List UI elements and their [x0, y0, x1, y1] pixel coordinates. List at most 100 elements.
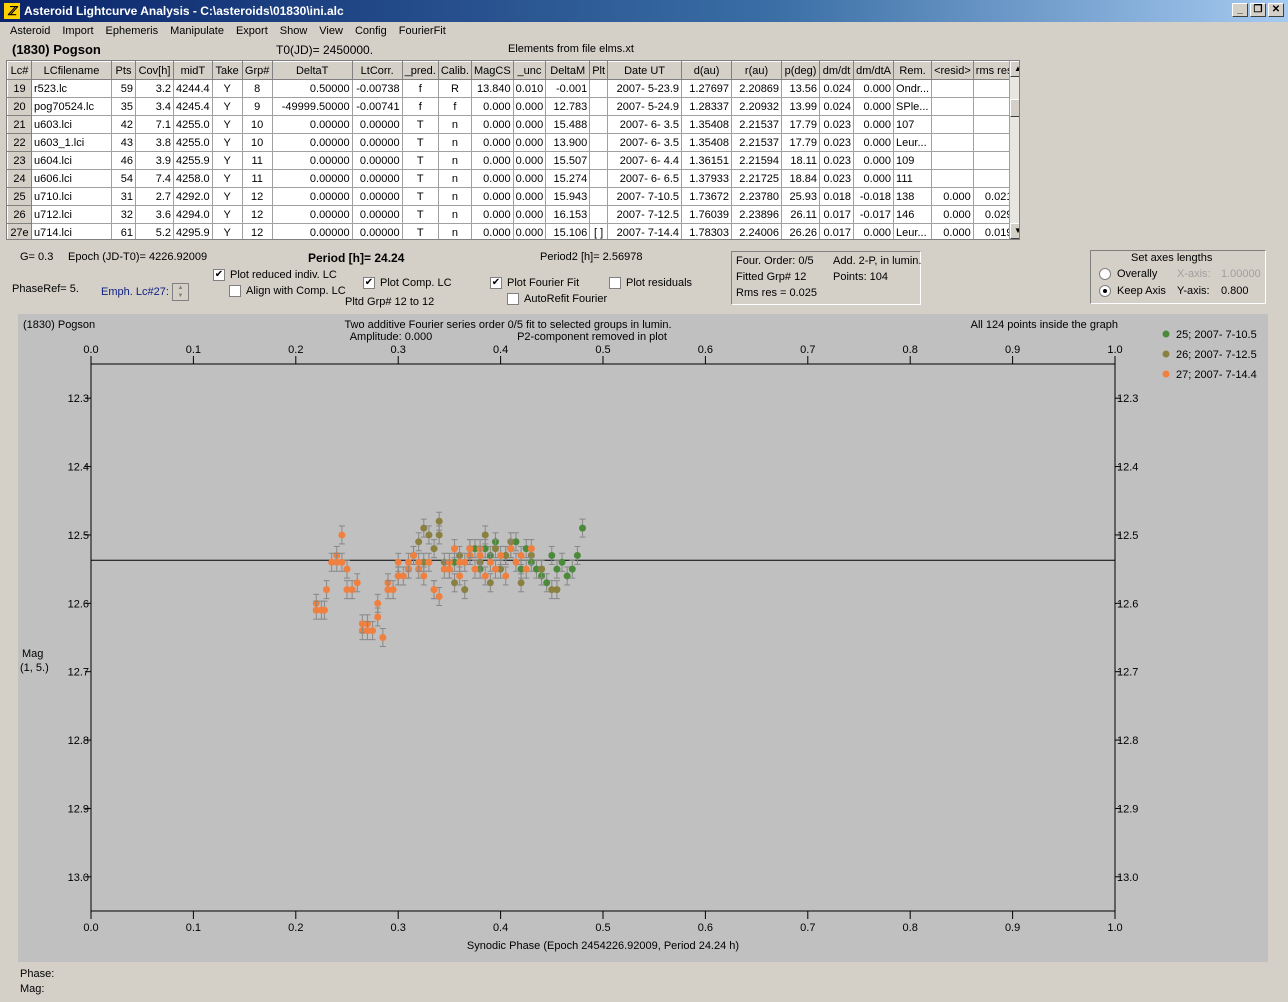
table-cell[interactable]: 15.106 [545, 223, 591, 239]
table-cell[interactable]: 2.21537 [731, 133, 783, 152]
table-cell[interactable] [931, 97, 974, 116]
plot-fourier-checkbox[interactable]: ✔ Plot Fourier Fit [490, 277, 579, 289]
table-cell[interactable]: 4294.0 [173, 205, 213, 224]
table-cell[interactable]: 1.35408 [681, 133, 733, 152]
menu-manipulate[interactable]: Manipulate [164, 23, 230, 41]
table-cell[interactable]: 0.00000 [351, 133, 403, 152]
table-cell[interactable]: 0.000 [512, 151, 547, 170]
plot-comp-checkbox[interactable]: ✔ Plot Comp. LC [363, 277, 452, 289]
table-cell[interactable]: 111 [893, 169, 933, 188]
table-cell[interactable]: 4255.0 [173, 115, 213, 134]
row-header[interactable]: 27e [7, 223, 32, 239]
table-cell[interactable]: 2.23896 [731, 205, 783, 224]
table-cell[interactable]: 0.023 [819, 115, 855, 134]
table-cell[interactable]: 0.00000 [271, 205, 353, 224]
table-cell[interactable]: 15.507 [545, 151, 591, 170]
table-cell[interactable] [931, 169, 974, 188]
table-scrollbar[interactable]: ▲ ▼ [1009, 61, 1019, 239]
table-cell[interactable]: 1.73672 [681, 187, 733, 206]
table-cell[interactable]: 0.000 [512, 169, 547, 188]
table-cell[interactable]: n [437, 187, 472, 206]
scroll-down-button[interactable]: ▼ [1010, 223, 1019, 239]
table-cell[interactable]: 0.000 [931, 187, 974, 206]
table-cell[interactable]: 2007- 5-24.9 [607, 97, 683, 116]
column-header[interactable]: DeltaM [545, 61, 591, 80]
table-cell[interactable]: 0.000 [470, 151, 514, 170]
table-cell[interactable]: -0.017 [853, 205, 895, 224]
table-cell[interactable]: 0.010 [512, 79, 547, 98]
table-cell[interactable]: n [437, 151, 472, 170]
table-cell[interactable]: -0.001 [545, 79, 591, 98]
column-header[interactable]: Grp# [241, 61, 273, 80]
table-cell[interactable]: 107 [893, 115, 933, 134]
table-cell[interactable]: Leur... [893, 223, 933, 239]
column-header[interactable]: LCfilename [31, 61, 112, 80]
table-cell[interactable]: 0.000 [853, 223, 895, 239]
table-cell[interactable]: Y [211, 97, 243, 116]
row-header[interactable]: 24 [7, 169, 32, 188]
table-cell[interactable]: 4258.0 [173, 169, 213, 188]
table-cell[interactable]: 0.000 [853, 151, 895, 170]
row-header[interactable]: 26 [7, 205, 32, 224]
table-cell[interactable]: n [437, 115, 472, 134]
row-header[interactable]: 23 [7, 151, 32, 170]
table-cell[interactable]: 8 [241, 79, 273, 98]
table-cell[interactable]: 5.2 [135, 223, 174, 239]
table-cell[interactable] [589, 151, 609, 170]
table-cell[interactable]: 4255.9 [173, 151, 213, 170]
table-cell[interactable]: r523.lc [31, 79, 112, 98]
table-cell[interactable]: 0.000 [931, 205, 974, 224]
table-cell[interactable]: 2.23780 [731, 187, 783, 206]
table-cell[interactable]: 61 [111, 223, 136, 239]
table-cell[interactable] [589, 97, 609, 116]
table-cell[interactable]: 0.018 [819, 187, 855, 206]
table-row[interactable]: 26 u712.lci 32 3.6 4294.0 Y 12 0.00000 0.00000 Tn… [7, 205, 1016, 224]
table-cell[interactable]: 2007- 7-10.5 [607, 187, 683, 206]
table-cell[interactable]: 1.27697 [681, 79, 733, 98]
table-cell[interactable]: 0.00000 [351, 169, 403, 188]
table-cell[interactable]: Y [211, 169, 243, 188]
table-cell[interactable]: T [401, 205, 439, 224]
table-cell[interactable]: R [437, 79, 472, 98]
table-cell[interactable]: n [437, 169, 472, 188]
table-row[interactable]: 23 u604.lci 46 3.9 4255.9 Y 11 0.00000 0.00000 Tn… [7, 151, 1016, 170]
row-header[interactable]: 19 [7, 79, 32, 98]
table-cell[interactable]: 4255.0 [173, 133, 213, 152]
table-cell[interactable]: 31 [111, 187, 136, 206]
table-cell[interactable]: 3.9 [135, 151, 174, 170]
menu-config[interactable]: Config [349, 23, 393, 41]
yaxis-value[interactable]: 0.800 [1221, 285, 1249, 297]
table-cell[interactable]: f [401, 79, 439, 98]
table-cell[interactable]: 12 [241, 205, 273, 224]
table-cell[interactable]: 0.000 [853, 115, 895, 134]
table-cell[interactable]: 1.37933 [681, 169, 733, 188]
table-cell[interactable]: 1.36151 [681, 151, 733, 170]
table-cell[interactable]: T [401, 223, 439, 239]
table-cell[interactable]: 32 [111, 205, 136, 224]
table-cell[interactable]: 2.7 [135, 187, 174, 206]
table-cell[interactable]: 0.000 [512, 187, 547, 206]
plot-reduced-checkbox[interactable]: ✔ Plot reduced indiv. LC [213, 269, 337, 281]
table-cell[interactable]: 0.024 [819, 79, 855, 98]
lightcurve-table[interactable]: Lc# LCfilename Pts Cov[h] midT Take Grp# DeltaT… [6, 60, 1020, 240]
phaseref-value[interactable]: PhaseRef= 5. [12, 283, 79, 295]
column-header[interactable]: Plt [589, 61, 609, 80]
table-cell[interactable]: 3.2 [135, 79, 174, 98]
table-cell[interactable] [589, 169, 609, 188]
table-cell[interactable]: 2007- 7-14.4 [607, 223, 683, 239]
table-cell[interactable]: 16.153 [545, 205, 591, 224]
table-cell[interactable]: 0.024 [819, 97, 855, 116]
table-cell[interactable] [931, 133, 974, 152]
period2-value[interactable]: Period2 [h]= 2.56978 [540, 251, 642, 263]
table-cell[interactable]: 10 [241, 115, 273, 134]
table-cell[interactable]: 0.000 [512, 133, 547, 152]
table-cell[interactable]: 1.76039 [681, 205, 733, 224]
table-cell[interactable]: 26.11 [781, 205, 821, 224]
table-cell[interactable]: 0.00000 [271, 115, 353, 134]
table-cell[interactable]: 18.84 [781, 169, 821, 188]
align-comp-checkbox[interactable]: Align with Comp. LC [229, 285, 346, 297]
table-cell[interactable]: 17.79 [781, 133, 821, 152]
menu-ephemeris[interactable]: Ephemeris [100, 23, 165, 41]
table-cell[interactable]: f [437, 97, 472, 116]
table-cell[interactable]: 13.900 [545, 133, 591, 152]
